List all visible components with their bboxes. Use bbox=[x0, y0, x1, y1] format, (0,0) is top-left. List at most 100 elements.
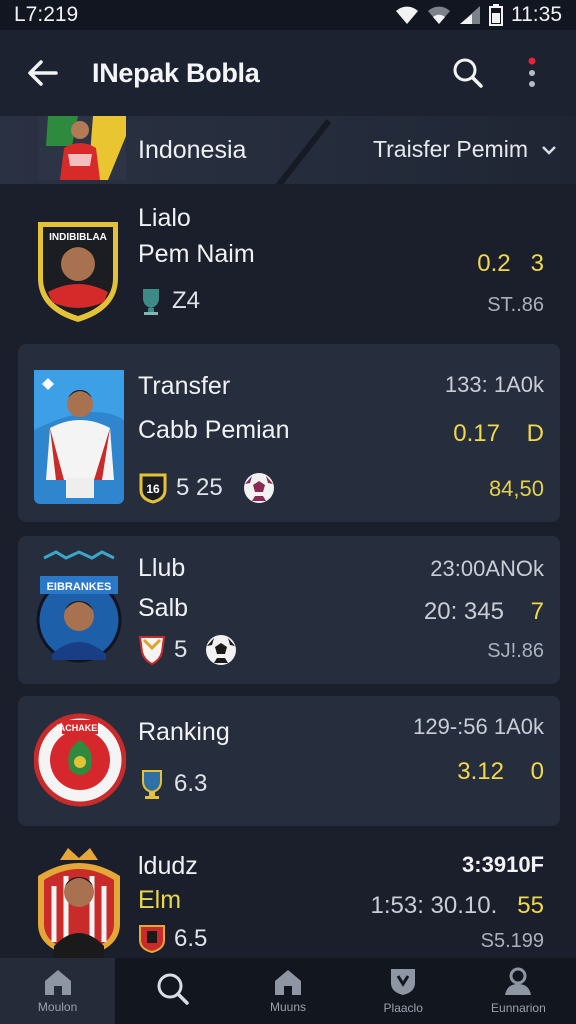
score-a: 0.2 bbox=[477, 250, 511, 277]
signal-icon bbox=[460, 6, 480, 24]
card-score: 0.2 3 bbox=[477, 250, 544, 278]
search-button[interactable] bbox=[446, 51, 490, 95]
home-icon bbox=[44, 970, 71, 995]
player-card[interactable]: IACHAKER Ranking 6.3 129-:56 1A0k 3.12 0 bbox=[18, 696, 560, 826]
sort-dropdown[interactable]: Traisfer Pemim bbox=[373, 136, 556, 163]
card-date: 133: 1A0k bbox=[444, 372, 544, 397]
search-icon bbox=[453, 58, 483, 88]
card-value: 84,50 bbox=[488, 476, 544, 501]
card-stat-value: 5 25 bbox=[176, 474, 223, 501]
score-b: 3 bbox=[530, 250, 544, 277]
arrow-left-icon bbox=[28, 60, 58, 86]
shield-badge-icon: 16 bbox=[139, 473, 167, 504]
country-flag-player-image bbox=[38, 116, 126, 180]
score-b: 0 bbox=[530, 758, 544, 785]
status-icons: 11:35 bbox=[395, 3, 562, 27]
club-badge: EIBRANKES bbox=[36, 550, 122, 668]
nav-item-home[interactable]: Moulon bbox=[0, 958, 116, 1024]
card-value: ST..86 bbox=[487, 294, 544, 316]
card-date: 129-:56 1A0k bbox=[413, 714, 544, 739]
home-icon bbox=[275, 970, 301, 995]
card-subtitle: Elm bbox=[138, 886, 182, 914]
card-stat: Z4 bbox=[138, 286, 200, 316]
country-label[interactable]: Indonesia bbox=[138, 136, 246, 165]
nav-item-plaaclo[interactable]: Plaaclo bbox=[346, 958, 461, 1024]
card-title: Transfer bbox=[138, 372, 231, 400]
more-vertical-icon bbox=[528, 57, 536, 87]
bottom-nav: Moulon Muuns Plaaclo Eunnarion bbox=[0, 958, 576, 1024]
card-value: SJ!.86 bbox=[487, 640, 544, 662]
card-title: Lialo bbox=[138, 204, 191, 232]
badge-text: EIBRANKES bbox=[47, 581, 112, 593]
card-title: Ranking bbox=[138, 718, 230, 746]
football-icon bbox=[206, 635, 237, 665]
card-title: Llub bbox=[138, 554, 186, 582]
card-stat: 6.3 bbox=[138, 768, 207, 800]
search-icon bbox=[157, 973, 189, 1005]
chip-text: 16 bbox=[146, 482, 160, 496]
player-card[interactable]: Transfer Cabb Pemian 16 5 25 133: 1A0k 0… bbox=[18, 344, 560, 522]
back-button[interactable] bbox=[22, 53, 62, 93]
status-time-left: L7:219 bbox=[14, 3, 79, 26]
status-time-right: 11:35 bbox=[511, 3, 562, 26]
battery-icon bbox=[489, 4, 503, 26]
player-card[interactable]: EIBRANKES Llub Salb 5 23:00ANOk 20: 345 … bbox=[18, 536, 560, 684]
player-photo bbox=[34, 370, 124, 504]
card-stat-value: 5 bbox=[174, 636, 188, 663]
card-score: 3.12 0 bbox=[457, 758, 544, 786]
score-b: 55 bbox=[517, 892, 544, 919]
more-menu-button[interactable] bbox=[510, 51, 554, 95]
player-card[interactable]: ldudz Elm 6.5 3:3910F 1:53: 30.10. 55 S5… bbox=[18, 838, 560, 958]
card-stat-value: 6.5 bbox=[174, 925, 208, 952]
wifi-icon bbox=[396, 6, 418, 24]
player-card[interactable]: INDIBIBLAA Lialo Pem Naim Z4 0.2 3 ST..8… bbox=[18, 190, 560, 340]
card-stat: 6.5 bbox=[138, 924, 207, 954]
card-stat: 5 bbox=[138, 634, 237, 666]
card-date: 23:00ANOk bbox=[430, 556, 544, 581]
nav-label: Moulon bbox=[37, 1000, 78, 1014]
card-subtitle: Salb bbox=[138, 594, 189, 622]
club-badge bbox=[32, 846, 126, 958]
shield-icon bbox=[391, 969, 416, 995]
card-score: 20: 345 7 bbox=[424, 598, 544, 626]
card-subtitle: Cabb Pemian bbox=[138, 416, 290, 444]
nav-item-muuns[interactable]: Muuns bbox=[230, 958, 345, 1024]
club-badge: IACHAKER bbox=[34, 710, 126, 810]
status-bar: L7:219 11:35 bbox=[0, 0, 576, 30]
nav-label: Plaaclo bbox=[383, 1001, 423, 1015]
badge-text: INDIBIBLAA bbox=[49, 232, 107, 243]
wifi-weak-icon bbox=[428, 6, 450, 24]
score-a: 3.12 bbox=[457, 758, 504, 785]
nav-item-search[interactable] bbox=[115, 958, 230, 1024]
card-stat-value: 6.3 bbox=[174, 770, 208, 797]
chevron-down-icon bbox=[542, 145, 556, 155]
card-value: S5.199 bbox=[480, 930, 544, 952]
trophy-icon bbox=[143, 289, 159, 315]
score-a: 20: 345 bbox=[423, 598, 504, 625]
football-icon bbox=[243, 473, 274, 503]
nav-label: Eunnarion bbox=[491, 1001, 546, 1015]
sort-label: Traisfer Pemim bbox=[372, 136, 528, 162]
filter-bar: Indonesia Traisfer Pemim bbox=[0, 116, 576, 184]
score-b: D bbox=[526, 420, 544, 447]
page-title: INepak Bobla bbox=[92, 57, 260, 88]
card-score: 1:53: 30.10. 55 bbox=[371, 892, 545, 920]
badge-text: IACHAKER bbox=[56, 723, 104, 733]
card-stat: 16 5 25 bbox=[138, 472, 275, 504]
nav-item-profile[interactable]: Eunnarion bbox=[461, 958, 576, 1024]
app-bar: INepak Bobla bbox=[0, 30, 576, 116]
score-a: 0.17 bbox=[453, 420, 500, 447]
card-title: ldudz bbox=[138, 852, 198, 880]
nav-label: Muuns bbox=[269, 1000, 307, 1014]
divider bbox=[274, 119, 332, 184]
score-b: 7 bbox=[530, 598, 544, 625]
card-score: 0.17 D bbox=[453, 420, 544, 448]
user-icon bbox=[505, 967, 532, 995]
shield-badge-icon bbox=[139, 925, 165, 954]
club-crest-icon bbox=[138, 636, 166, 666]
card-stat-value: Z4 bbox=[172, 287, 201, 314]
score-a: 1:53: 30.10. bbox=[370, 892, 498, 919]
card-subtitle: Pem Naim bbox=[138, 240, 255, 268]
club-badge: INDIBIBLAA bbox=[34, 218, 122, 324]
card-date: 3:3910F bbox=[462, 852, 544, 877]
